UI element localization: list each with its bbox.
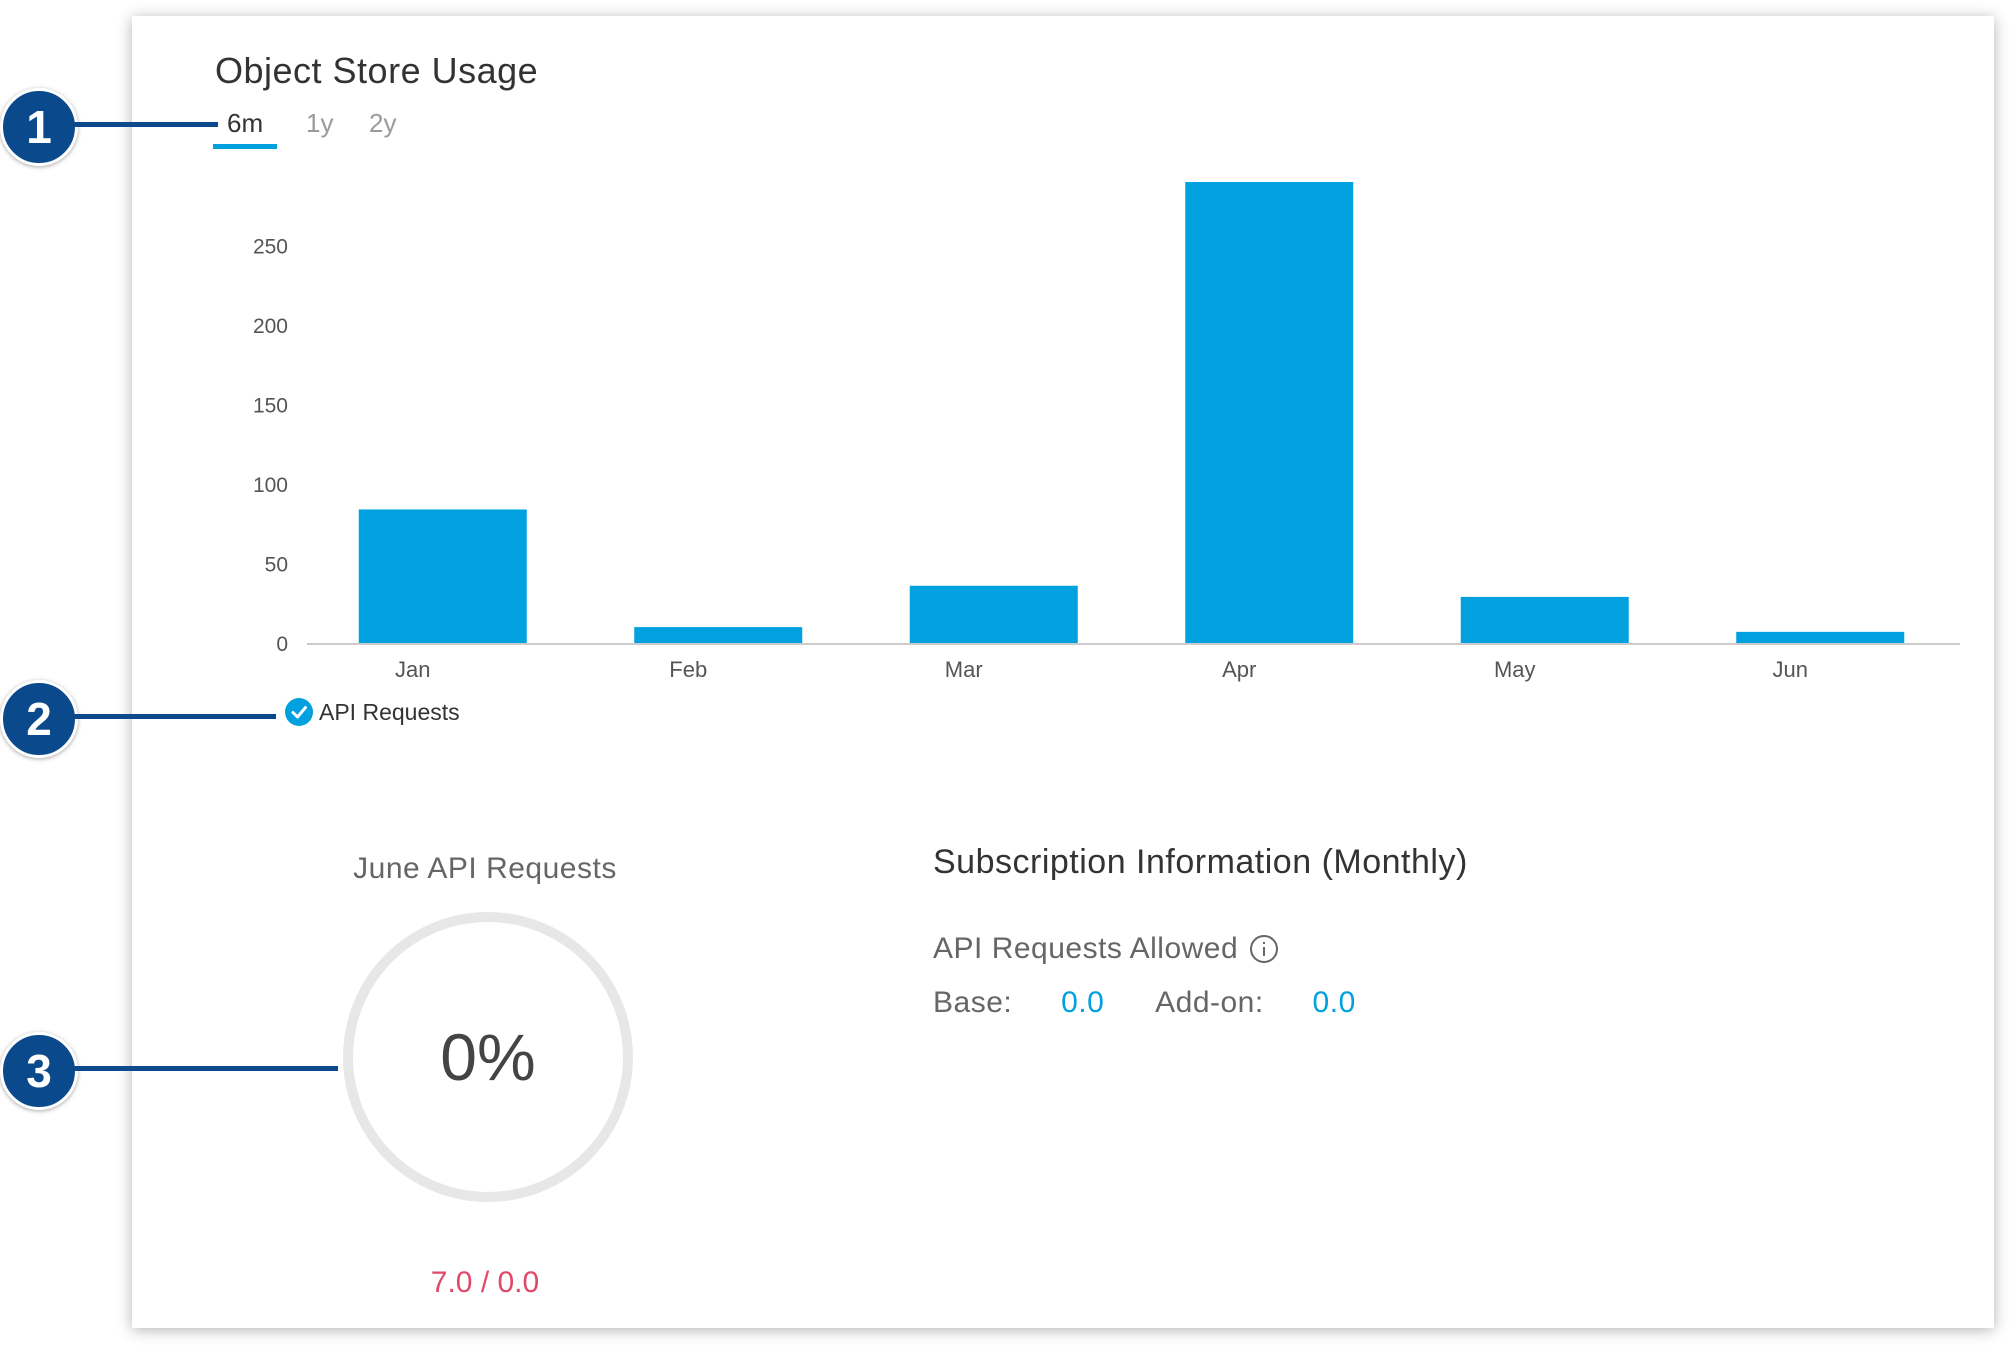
bar-may[interactable] bbox=[1460, 596, 1629, 643]
info-icon[interactable] bbox=[1250, 935, 1279, 963]
x-tick-label: Apr bbox=[1222, 657, 1256, 682]
y-tick-label: 50 bbox=[265, 554, 288, 577]
legend-label: API Requests bbox=[319, 698, 460, 725]
x-tick-label: Feb bbox=[669, 657, 707, 682]
usage-percent: 0% bbox=[440, 1020, 536, 1094]
base-value: 0.0 bbox=[1061, 986, 1105, 1019]
callout-line bbox=[72, 122, 218, 127]
callout-badge: 1 bbox=[0, 88, 78, 166]
usage-title: June API Requests bbox=[353, 852, 617, 885]
callout-badge: 2 bbox=[0, 680, 78, 758]
y-tick-label: 0 bbox=[276, 633, 288, 656]
api-requests-allowed-heading: API Requests Allowed bbox=[933, 932, 1279, 966]
usage-ratio: 7.0 / 0.0 bbox=[430, 1266, 540, 1299]
bar-feb[interactable] bbox=[634, 627, 803, 643]
x-tick-label: May bbox=[1494, 657, 1536, 682]
bar-jun[interactable] bbox=[1736, 631, 1905, 643]
x-tick-label: Mar bbox=[945, 657, 983, 682]
callout-line bbox=[72, 1066, 338, 1071]
bar-mar[interactable] bbox=[909, 585, 1078, 643]
callout-line bbox=[72, 714, 276, 719]
legend-item-api-requests[interactable]: API Requests bbox=[285, 698, 460, 726]
y-tick-label: 200 bbox=[253, 315, 288, 338]
callout-badge: 3 bbox=[0, 1032, 78, 1110]
usage-donut: 0% bbox=[343, 912, 633, 1202]
subscription-title: Subscription Information (Monthly) bbox=[933, 843, 1468, 881]
x-tick-label: Jan bbox=[395, 657, 430, 682]
addon-label: Add-on: bbox=[1155, 986, 1264, 1019]
base-label: Base: bbox=[933, 986, 1013, 1019]
x-tick-label: Jun bbox=[1773, 657, 1808, 682]
bar-jan[interactable] bbox=[358, 509, 527, 643]
y-tick-label: 250 bbox=[253, 236, 288, 259]
api-requests-bar-chart: 0 50 100 150 200 250 Jan Feb Mar Apr May Jun bbox=[253, 182, 1960, 682]
check-circle-icon bbox=[285, 698, 313, 726]
addon-value: 0.0 bbox=[1312, 986, 1356, 1019]
y-tick-label: 100 bbox=[253, 474, 288, 497]
section-label: API Requests Allowed bbox=[933, 932, 1239, 965]
y-tick-label: 150 bbox=[253, 395, 288, 418]
bar-apr[interactable] bbox=[1185, 182, 1354, 643]
allowed-values-row: Base: 0.0 Add-on: 0.0 bbox=[933, 986, 1356, 1020]
